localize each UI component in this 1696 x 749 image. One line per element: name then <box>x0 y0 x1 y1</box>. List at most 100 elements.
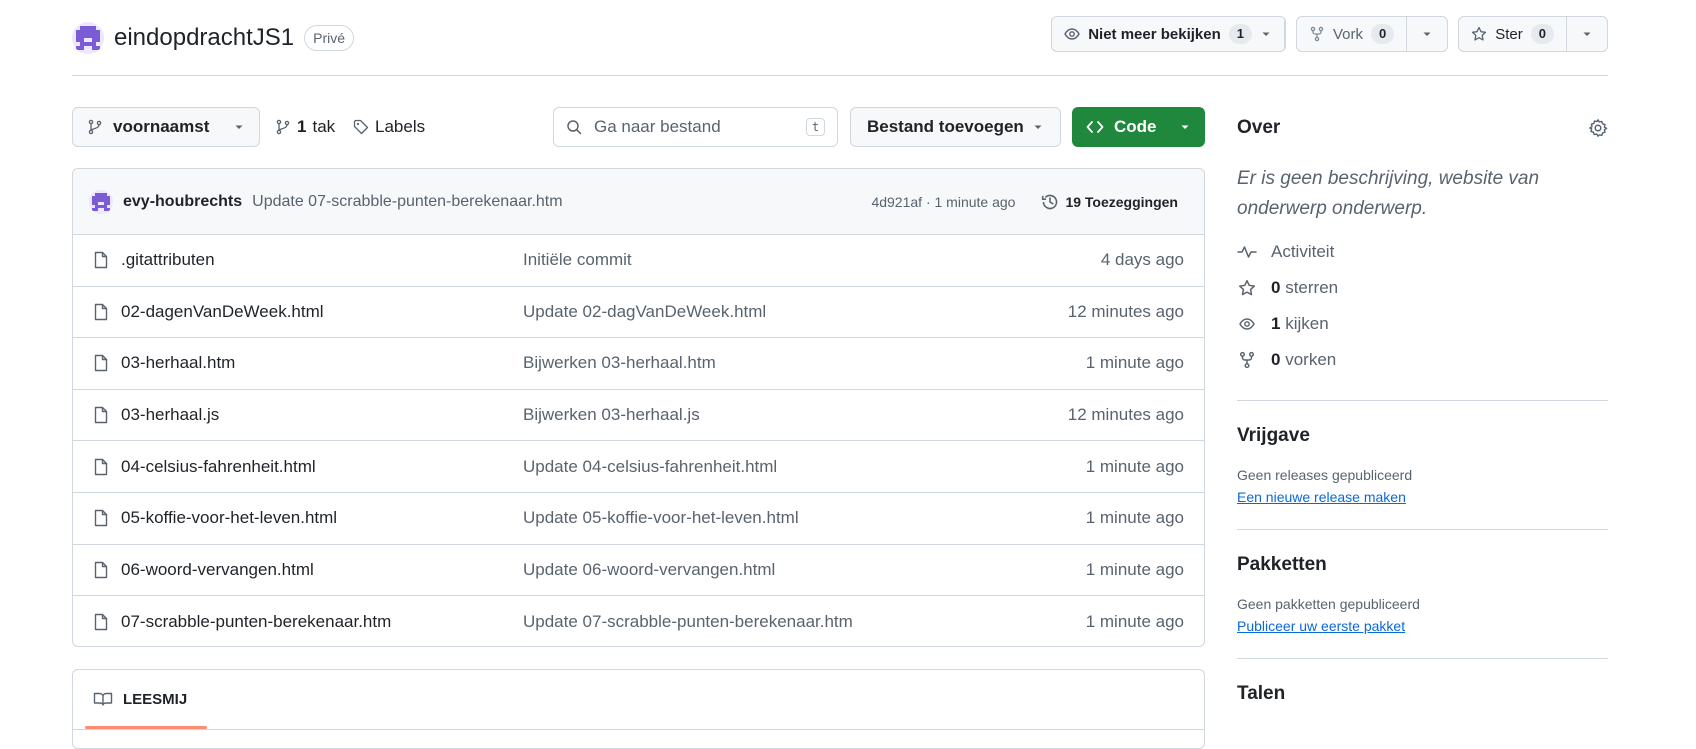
file-row[interactable]: .gitattributen Initiële commit 4 days ag… <box>73 235 1204 287</box>
chevron-down-icon <box>233 121 245 133</box>
eye-icon <box>1064 26 1081 42</box>
gear-icon[interactable] <box>1588 118 1608 138</box>
go-to-file-search[interactable]: t <box>553 107 838 147</box>
file-icon <box>93 458 109 476</box>
owner-avatar[interactable] <box>72 22 104 54</box>
chevron-down-icon <box>1032 121 1044 133</box>
file-row[interactable]: 03-herhaal.js Bijwerken 03-herhaal.js 12… <box>73 390 1204 442</box>
file-age: 12 minutes ago <box>1067 301 1184 321</box>
sidebar-divider <box>1237 658 1608 659</box>
commit-history-link[interactable]: 19 Toezeggingen <box>1041 193 1178 211</box>
file-commit-message[interactable]: Bijwerken 03-herhaal.js <box>523 405 700 425</box>
file-table: evy-houbrechts Update 07-scrabble-punten… <box>72 168 1205 647</box>
create-release-link[interactable]: Een nieuwe release maken <box>1237 489 1406 505</box>
file-age: 1 minute ago <box>1085 559 1184 579</box>
pulse-icon <box>1237 244 1257 260</box>
forks-count: 0 <box>1271 350 1281 369</box>
star-button[interactable]: Ster 0 <box>1459 17 1567 51</box>
releases-empty-text: Geen releases gepubliceerd <box>1237 467 1413 483</box>
about-title: Over <box>1237 117 1281 138</box>
file-icon <box>93 613 109 631</box>
watchers-label: kijken <box>1285 314 1329 333</box>
star-label: Ster <box>1495 25 1523 43</box>
fork-count: 0 <box>1371 24 1395 44</box>
file-icon <box>93 561 109 579</box>
star-dropdown-button[interactable] <box>1567 17 1607 51</box>
file-icon <box>93 251 109 269</box>
code-label: Code <box>1114 117 1157 136</box>
visibility-badge: Privé <box>304 25 355 51</box>
stars-count: 0 <box>1271 278 1281 297</box>
file-row[interactable]: 07-scrabble-punten-berekenaar.htm Update… <box>73 596 1204 646</box>
add-file-label: Bestand toevoegen <box>867 117 1024 136</box>
file-name[interactable]: 04-celsius-fahrenheit.html <box>121 457 523 477</box>
file-commit-message[interactable]: Update 07-scrabble-punten-berekenaar.htm <box>523 612 853 632</box>
file-name[interactable]: 03-herhaal.htm <box>121 353 523 373</box>
publish-package-link[interactable]: Publiceer uw eerste pakket <box>1237 618 1405 634</box>
file-commit-message[interactable]: Update 05-koffie-voor-het-leven.html <box>523 508 799 528</box>
commit-message[interactable]: Update 07-scrabble-punten-berekenaar.htm <box>252 193 562 211</box>
fork-button-group: Vork 0 <box>1296 16 1449 52</box>
file-toolbar: voornaamst 1 tak Labels t Bestand toevoe… <box>72 107 1205 147</box>
file-commit-message[interactable]: Bijwerken 03-herhaal.htm <box>523 353 716 373</box>
branch-name: voornaamst <box>113 117 210 136</box>
file-icon <box>93 509 109 527</box>
file-icon <box>93 354 109 372</box>
about-description: Er is geen beschrijving, website van ond… <box>1237 168 1540 219</box>
file-row[interactable]: 06-woord-vervangen.html Update 06-woord-… <box>73 545 1204 597</box>
author-avatar[interactable] <box>89 189 113 214</box>
branches-link[interactable]: 1 tak <box>275 107 335 147</box>
readme-tab[interactable]: LEESMIJ <box>93 670 187 728</box>
file-name[interactable]: 03-herhaal.js <box>121 405 523 425</box>
star-count: 0 <box>1530 24 1554 44</box>
watchers-link[interactable]: 1 kijken <box>1237 306 1608 342</box>
packages-title[interactable]: Pakketten <box>1237 554 1608 576</box>
sidebar-divider <box>1237 400 1608 401</box>
file-name[interactable]: 06-woord-vervangen.html <box>121 560 523 580</box>
file-name[interactable]: .gitattributen <box>121 250 523 270</box>
file-name[interactable]: 05-koffie-voor-het-leven.html <box>121 508 523 528</box>
file-age: 12 minutes ago <box>1067 405 1184 425</box>
file-age: 4 days ago <box>1100 250 1184 270</box>
languages-title: Talen <box>1237 683 1286 704</box>
stars-label: sterren <box>1285 278 1339 297</box>
forks-label: vorken <box>1285 350 1337 369</box>
fork-label: Vork <box>1333 25 1364 43</box>
commit-count-label: 19 Toezeggingen <box>1065 193 1178 210</box>
add-file-button[interactable]: Bestand toevoegen <box>850 107 1061 147</box>
releases-title[interactable]: Vrijgave <box>1237 425 1608 447</box>
file-row[interactable]: 05-koffie-voor-het-leven.html Update 05-… <box>73 493 1204 545</box>
repo-actions: Niet meer bekijken 1 Vork 0 Ster 0 <box>1051 16 1608 52</box>
file-name[interactable]: 02-dagenVanDeWeek.html <box>121 302 523 322</box>
fork-dropdown-button[interactable] <box>1407 17 1447 51</box>
commit-author[interactable]: evy-houbrechts <box>123 193 242 211</box>
search-icon <box>566 119 582 135</box>
forks-link[interactable]: 0 vorken <box>1237 342 1608 378</box>
code-button[interactable]: Code <box>1072 107 1205 147</box>
file-commit-message[interactable]: Update 06-woord-vervangen.html <box>523 560 775 580</box>
file-commit-message[interactable]: Initiële commit <box>523 250 632 270</box>
file-age: 1 minute ago <box>1085 456 1184 476</box>
commit-hash-time[interactable]: 4d921af · 1 minute ago <box>871 194 1015 210</box>
file-row[interactable]: 04-celsius-fahrenheit.html Update 04-cel… <box>73 441 1204 493</box>
go-to-file-input[interactable] <box>594 117 794 137</box>
tags-link[interactable]: Labels <box>353 107 425 147</box>
file-name[interactable]: 07-scrabble-punten-berekenaar.htm <box>121 612 523 632</box>
file-commit-message[interactable]: Update 02-dagVanDeWeek.html <box>523 302 766 322</box>
repo-name[interactable]: eindopdrachtJS1 <box>114 24 294 52</box>
branch-selector[interactable]: voornaamst <box>72 107 260 147</box>
history-icon <box>1041 193 1059 211</box>
chevron-down-icon <box>1581 28 1593 40</box>
fork-icon <box>1309 26 1325 42</box>
watch-button[interactable]: Niet meer bekijken 1 <box>1052 17 1285 51</box>
stars-link[interactable]: 0 sterren <box>1237 270 1608 306</box>
activity-link[interactable]: Activiteit <box>1237 234 1608 270</box>
watchers-count: 1 <box>1271 314 1281 333</box>
fork-icon <box>1237 351 1257 369</box>
file-row[interactable]: 02-dagenVanDeWeek.html Update 02-dagVanD… <box>73 287 1204 339</box>
watch-count: 1 <box>1228 24 1252 44</box>
file-commit-message[interactable]: Update 04-celsius-fahrenheit.html <box>523 457 777 477</box>
tags-label: Labels <box>375 117 426 136</box>
file-row[interactable]: 03-herhaal.htm Bijwerken 03-herhaal.htm … <box>73 338 1204 390</box>
fork-button[interactable]: Vork 0 <box>1297 17 1408 51</box>
